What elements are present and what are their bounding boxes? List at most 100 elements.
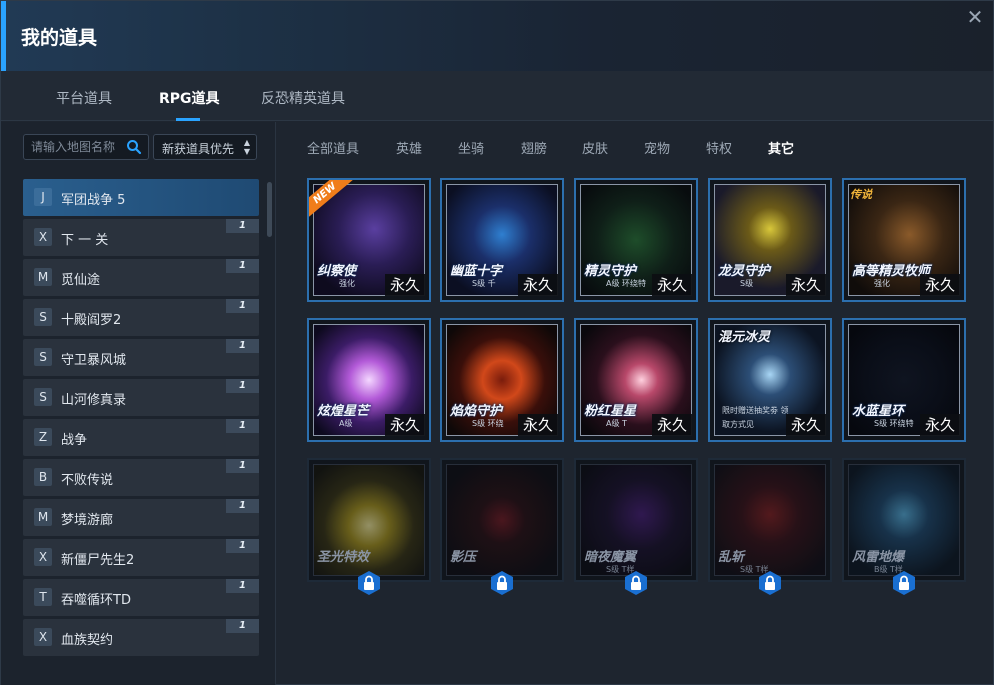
item-card[interactable]: 水蓝星环 S级 环绕特 永久: [842, 318, 966, 442]
item-title: 高等精灵牧师: [852, 264, 931, 279]
map-list-item[interactable]: S 山河修真录 1: [23, 379, 259, 416]
item-title: 风雷地爆: [852, 550, 905, 565]
map-initial-badge: T: [34, 588, 52, 606]
item-top-label: 传说: [850, 188, 872, 201]
permanent-badge: 永久: [652, 274, 692, 296]
lock-icon[interactable]: [623, 570, 649, 596]
map-initial-badge: X: [34, 628, 52, 646]
tab-rpg-items[interactable]: RPG道具: [159, 88, 220, 108]
item-card[interactable]: 圣光特效: [307, 458, 431, 582]
map-search-input[interactable]: [31, 139, 126, 155]
sort-select[interactable]: 新获道具优先 ▲ ▼: [153, 134, 257, 160]
search-icon[interactable]: [126, 139, 142, 155]
map-search-box: [23, 134, 149, 160]
item-card[interactable]: 龙灵守护 S级 永久: [708, 178, 832, 302]
item-title: 纠察使: [317, 264, 357, 279]
lock-icon[interactable]: [356, 570, 382, 596]
lock-icon[interactable]: [489, 570, 515, 596]
map-list-item[interactable]: B 不败传说 1: [23, 459, 259, 496]
map-initial-badge: B: [34, 468, 52, 486]
sort-arrows-icon: ▲ ▼: [243, 138, 250, 156]
category-tab[interactable]: 特权: [706, 138, 732, 157]
permanent-badge: 永久: [385, 414, 425, 436]
map-name: 梦境游廊: [61, 513, 114, 528]
item-card[interactable]: 精灵守护 A级 环绕特 永久: [574, 178, 698, 302]
sidebar-scrollbar[interactable]: [267, 182, 272, 237]
map-initial-badge: S: [34, 348, 52, 366]
map-initial-badge: X: [34, 228, 52, 246]
item-title: 幽蓝十字: [450, 264, 503, 279]
map-list-item[interactable]: X 下 一 关 1: [23, 219, 259, 256]
category-tab[interactable]: 其它: [768, 138, 794, 157]
map-list-item[interactable]: J 军团战争 5: [23, 179, 259, 216]
map-list: J 军团战争 5 X 下 一 关 1 M 觅仙途 1 S 十殿阎罗2 1 S 守卫暴风城 1 S 山河修真录 1…: [23, 179, 259, 659]
map-list-item[interactable]: T 吞噬循环TD 1: [23, 579, 259, 616]
map-list-item[interactable]: Z 战争 1: [23, 419, 259, 456]
item-count-badge: 1: [226, 339, 259, 353]
lock-icon[interactable]: [757, 570, 783, 596]
category-tab[interactable]: 皮肤: [582, 138, 608, 157]
tab-platform-items[interactable]: 平台道具: [56, 88, 112, 108]
permanent-badge: 永久: [786, 414, 826, 436]
item-card[interactable]: 乱斩 S级 T样: [708, 458, 832, 582]
item-count-badge: 1: [226, 539, 259, 553]
map-list-item[interactable]: S 守卫暴风城 1: [23, 339, 259, 376]
item-subtitle: S级 千: [472, 279, 496, 288]
map-name: 战争: [61, 433, 88, 448]
item-card[interactable]: 暗夜魔翼 S级 T样: [574, 458, 698, 582]
item-subtitle: S级 环绕: [472, 419, 504, 428]
category-tab[interactable]: 全部道具: [307, 138, 359, 157]
my-items-window: 我的道具 ✕ 平台道具 RPG道具 反恐精英道具 新获道具优先 ▲▼ J 军团战争…: [0, 0, 994, 685]
permanent-badge: 永久: [518, 414, 558, 436]
map-initial-badge: X: [34, 548, 52, 566]
permanent-badge: 永久: [920, 414, 960, 436]
map-name: 守卫暴风城: [61, 353, 127, 368]
item-count-badge: 1: [226, 619, 259, 633]
item-card[interactable]: 焰焰守护 S级 环绕 永久: [440, 318, 564, 442]
item-card[interactable]: 粉红星星 A级 T 永久: [574, 318, 698, 442]
item-top-label: 混元冰灵: [718, 330, 771, 345]
title-accent-bar: [1, 1, 6, 71]
map-list-item[interactable]: S 十殿阎罗2 1: [23, 299, 259, 336]
item-count-badge: 1: [226, 259, 259, 273]
item-card[interactable]: 风雷地爆 B级 T样: [842, 458, 966, 582]
item-count-badge: 1: [226, 499, 259, 513]
item-subtitle: 限时赠送抽奖劵 领取方式见: [722, 406, 789, 429]
permanent-badge: 永久: [920, 274, 960, 296]
item-subtitle: 强化: [874, 279, 890, 288]
permanent-badge: 永久: [518, 274, 558, 296]
category-tab[interactable]: 坐骑: [458, 138, 484, 157]
tab-cs-items[interactable]: 反恐精英道具: [261, 88, 345, 108]
lock-icon[interactable]: [891, 570, 917, 596]
permanent-badge: 永久: [652, 414, 692, 436]
close-icon[interactable]: ✕: [965, 7, 985, 27]
map-name: 山河修真录: [61, 393, 127, 408]
map-list-item[interactable]: M 觅仙途 1: [23, 259, 259, 296]
map-name: 军团战争 5: [61, 193, 126, 208]
map-name: 不败传说: [61, 473, 114, 488]
tab-bar: 平台道具 RPG道具 反恐精英道具: [1, 71, 993, 121]
category-tab[interactable]: 英雄: [396, 138, 422, 157]
item-subtitle: 强化: [339, 279, 355, 288]
item-card[interactable]: 纠察使 强化 永久 NEW: [307, 178, 431, 302]
item-subtitle: A级 T: [606, 419, 627, 428]
item-title: 暗夜魔翼: [584, 550, 637, 565]
permanent-badge: 永久: [786, 274, 826, 296]
map-list-item[interactable]: M 梦境游廊 1: [23, 499, 259, 536]
map-list-item[interactable]: X 新僵尸先生2 1: [23, 539, 259, 576]
permanent-badge: 永久: [385, 274, 425, 296]
sort-select-value: 新获道具优先: [162, 142, 235, 156]
category-tab[interactable]: 翅膀: [521, 138, 547, 157]
category-tab[interactable]: 宠物: [644, 138, 670, 157]
map-name: 下 一 关: [61, 233, 109, 248]
item-card[interactable]: 传说高等精灵牧师 强化 永久: [842, 178, 966, 302]
item-card[interactable]: 幽蓝十字 S级 千 永久: [440, 178, 564, 302]
item-title: 影压: [450, 550, 477, 565]
item-card[interactable]: 炫煌星芒 A级 永久: [307, 318, 431, 442]
map-list-item[interactable]: X 血族契约 1: [23, 619, 259, 656]
item-title: 粉红星星: [584, 404, 637, 419]
item-card[interactable]: 混元冰灵限时赠送抽奖劵 领取方式见 永久: [708, 318, 832, 442]
item-card[interactable]: 影压: [440, 458, 564, 582]
title-bar: 我的道具: [1, 1, 993, 71]
map-name: 血族契约: [61, 633, 114, 648]
